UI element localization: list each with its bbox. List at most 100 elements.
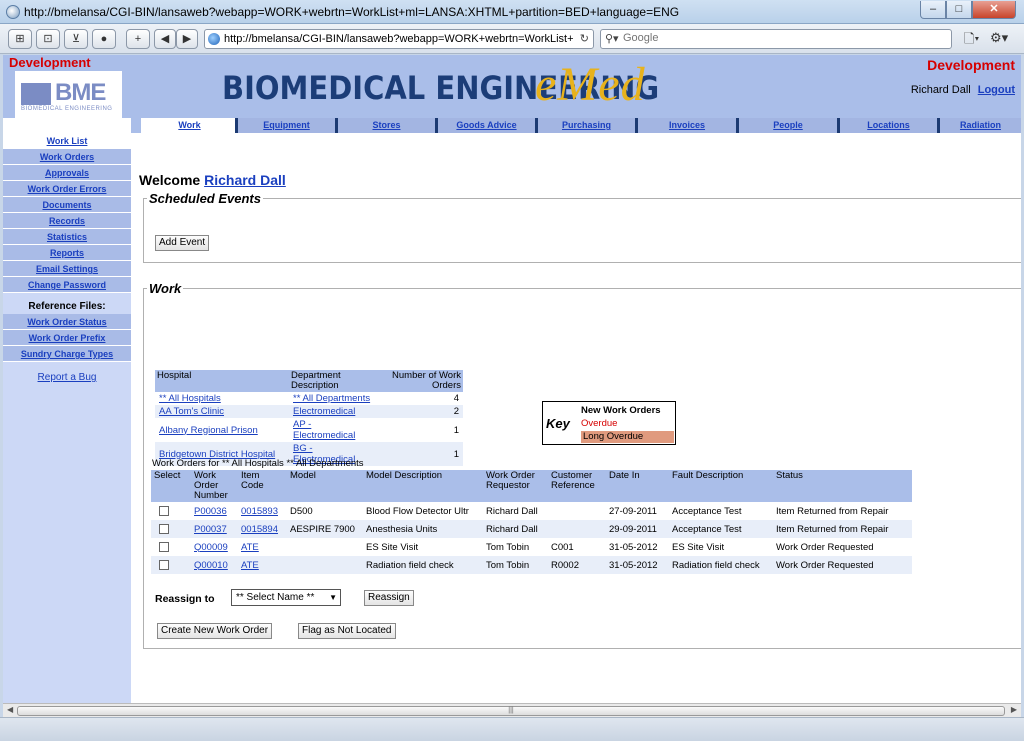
welcome-user-link[interactable]: Richard Dall bbox=[204, 172, 286, 188]
tab-work[interactable]: Work bbox=[141, 118, 238, 133]
new-tab-icon[interactable]: + bbox=[126, 29, 150, 49]
date-in: 27-09-2011 bbox=[609, 505, 657, 517]
tab-radiation[interactable]: Radiation bbox=[937, 118, 1021, 133]
customer-reference: R0002 bbox=[548, 556, 606, 574]
select-checkbox[interactable] bbox=[159, 505, 169, 516]
page-menu-icon[interactable]: 🗋▾ bbox=[964, 30, 979, 52]
hospital-link[interactable]: Albany Regional Prison bbox=[159, 425, 258, 436]
column-header: Date In bbox=[606, 470, 669, 502]
select-checkbox[interactable] bbox=[159, 523, 169, 534]
select-checkbox[interactable] bbox=[159, 541, 169, 552]
model: AESPIRE 7900 bbox=[287, 520, 363, 538]
sidebar: Work List Work Orders Approvals Work Ord… bbox=[3, 133, 131, 703]
department-link[interactable]: AP - Electromedical bbox=[293, 419, 355, 441]
chevron-down-icon: ▼ bbox=[329, 593, 337, 602]
status: Item Returned from Repair bbox=[773, 520, 912, 538]
tab-equipment[interactable]: Equipment bbox=[235, 118, 335, 133]
table-row: P00037 0015894 AESPIRE 7900 Anesthesia U… bbox=[151, 520, 912, 538]
history-icon[interactable]: ⊻ bbox=[64, 29, 88, 49]
minimize-button[interactable]: – bbox=[920, 1, 946, 19]
reassign-button[interactable]: Reassign bbox=[364, 590, 414, 606]
hospital-link[interactable]: ** All Hospitals bbox=[159, 393, 221, 404]
column-header: Hospital bbox=[155, 370, 289, 392]
address-bar[interactable]: http://bmelansa/CGI-BIN/lansaweb?webapp=… bbox=[204, 29, 594, 49]
add-event-button[interactable]: Add Event bbox=[155, 235, 210, 251]
hospital-link[interactable]: AA Tom's Clinic bbox=[159, 406, 224, 417]
tab-invoices[interactable]: Invoices bbox=[635, 118, 736, 133]
work-order-link[interactable]: Q00010 bbox=[194, 560, 228, 571]
sidebar-item-sundry-charge-types[interactable]: Sundry Charge Types bbox=[3, 346, 131, 362]
sidebar-item-work-order-prefix[interactable]: Work Order Prefix bbox=[3, 330, 131, 346]
maximize-button[interactable]: □ bbox=[946, 1, 972, 19]
key-label: Key bbox=[546, 416, 570, 431]
item-code-link[interactable]: 0015894 bbox=[241, 524, 278, 535]
select-checkbox[interactable] bbox=[159, 559, 169, 570]
item-code-link[interactable]: ATE bbox=[241, 542, 259, 553]
address-text: http://bmelansa/CGI-BIN/lansaweb?webapp=… bbox=[224, 33, 574, 45]
gear-icon[interactable]: ⚙▾ bbox=[990, 30, 1008, 46]
forward-icon[interactable]: ▶ bbox=[176, 29, 198, 49]
status-bar bbox=[0, 717, 1024, 741]
fault-description: ES Site Visit bbox=[672, 541, 725, 553]
search-input[interactable] bbox=[623, 32, 943, 44]
search-bar[interactable]: ⚲▾ bbox=[600, 29, 952, 49]
sidebar-item-work-orders[interactable]: Work Orders bbox=[3, 149, 131, 165]
customer-reference: C001 bbox=[551, 541, 574, 553]
window-controls: – □ ✕ bbox=[920, 1, 1016, 19]
status: Work Order Requested bbox=[776, 541, 874, 553]
app-header: Development Development BME BIOMEDICAL E… bbox=[3, 55, 1021, 118]
sidebar-item-approvals[interactable]: Approvals bbox=[3, 165, 131, 181]
scroll-right-icon[interactable]: ▶ bbox=[1011, 705, 1017, 714]
back-icon[interactable]: ◀ bbox=[154, 29, 176, 49]
report-bug-link[interactable]: Report a Bug bbox=[3, 372, 131, 383]
sidebar-item-reports[interactable]: Reports bbox=[3, 245, 131, 261]
tab-locations[interactable]: Locations bbox=[837, 118, 937, 133]
work-order-link[interactable]: Q00009 bbox=[194, 542, 228, 553]
sidebar-item-documents[interactable]: Documents bbox=[3, 197, 131, 213]
sidebar-item-work-order-errors[interactable]: Work Order Errors bbox=[3, 181, 131, 197]
flag-not-located-button[interactable]: Flag as Not Located bbox=[298, 623, 396, 639]
globe-icon bbox=[208, 33, 220, 45]
reassign-select-value: ** Select Name ** bbox=[236, 592, 315, 603]
model bbox=[287, 556, 363, 574]
model-description: Blood Flow Detector Ultr bbox=[366, 505, 469, 517]
item-code-link[interactable]: ATE bbox=[241, 560, 259, 571]
close-button[interactable]: ✕ bbox=[972, 1, 1016, 19]
sidebar-item-statistics[interactable]: Statistics bbox=[3, 229, 131, 245]
table-row: AA Tom's Clinic Electromedical 2 bbox=[155, 405, 463, 418]
sidebar-item-records[interactable]: Records bbox=[3, 213, 131, 229]
item-code-link[interactable]: 0015893 bbox=[241, 506, 278, 517]
reload-icon[interactable]: ↻ bbox=[580, 32, 589, 45]
column-header: Item Code bbox=[238, 470, 287, 502]
date-in: 29-09-2011 bbox=[606, 520, 669, 538]
sidebar-item-change-password[interactable]: Change Password bbox=[3, 277, 131, 293]
department-link[interactable]: Electromedical bbox=[293, 406, 355, 417]
downloads-icon[interactable]: ● bbox=[92, 29, 116, 49]
table-row: Q00009 ATE ES Site Visit Tom Tobin C001 … bbox=[151, 538, 912, 556]
horizontal-scrollbar[interactable]: ◀ ||| ▶ bbox=[3, 703, 1021, 717]
department-link[interactable]: ** All Departments bbox=[293, 393, 370, 404]
column-header: Department Description bbox=[289, 370, 379, 392]
scroll-left-icon[interactable]: ◀ bbox=[7, 705, 13, 714]
work-order-link[interactable]: P00037 bbox=[194, 524, 227, 535]
tab-purchasing[interactable]: Purchasing bbox=[535, 118, 635, 133]
create-work-order-button[interactable]: Create New Work Order bbox=[157, 623, 273, 639]
sidebar-item-email-settings[interactable]: Email Settings bbox=[3, 261, 131, 277]
logout-link[interactable]: Logout bbox=[978, 84, 1015, 96]
model-description: Radiation field check bbox=[363, 556, 483, 574]
work-order-link[interactable]: P00036 bbox=[194, 506, 227, 517]
table-header-row: Select Work Order Number Item Code Model… bbox=[151, 470, 912, 502]
tab-goods-advice[interactable]: Goods Advice bbox=[435, 118, 535, 133]
speed-dial-icon[interactable]: ⊞ bbox=[8, 29, 32, 49]
sidebar-item-work-list[interactable]: Work List bbox=[3, 133, 131, 149]
tab-stores[interactable]: Stores bbox=[335, 118, 435, 133]
reassign-select[interactable]: ** Select Name ** ▼ bbox=[231, 589, 341, 606]
search-icon: ⚲▾ bbox=[605, 33, 619, 45]
customer-reference bbox=[548, 520, 606, 538]
sidebar-item-work-order-status[interactable]: Work Order Status bbox=[3, 314, 131, 330]
column-header: Fault Description bbox=[669, 470, 773, 502]
scrollbar-thumb[interactable]: ||| bbox=[17, 706, 1005, 716]
reading-list-icon[interactable]: ⊡ bbox=[36, 29, 60, 49]
tab-people[interactable]: People bbox=[736, 118, 837, 133]
logo-subtitle: BIOMEDICAL ENGINEERING bbox=[21, 106, 113, 112]
